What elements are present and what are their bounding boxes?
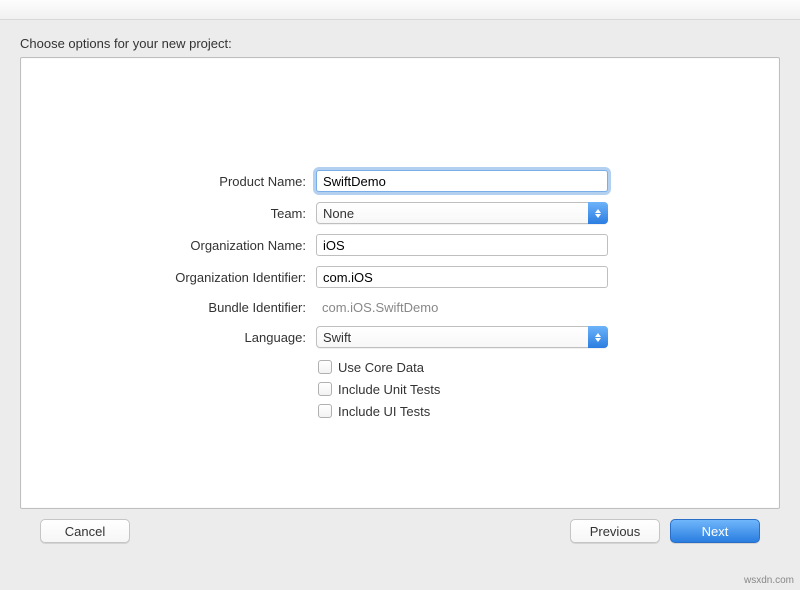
next-button[interactable]: Next [670,519,760,543]
checkbox-ui-tests-label: Include UI Tests [338,404,430,419]
org-id-input[interactable] [316,266,608,288]
label-bundle-id: Bundle Identifier: [61,300,316,315]
checkbox-ui-tests[interactable] [318,404,332,418]
previous-button[interactable]: Previous [570,519,660,543]
checkbox-group: Use Core Data Include Unit Tests Include… [316,356,779,422]
language-select[interactable]: Swift [316,326,608,348]
row-product-name: Product Name: [61,168,779,194]
window-titlebar [0,0,800,20]
chevron-up-down-icon [588,202,608,224]
product-name-input[interactable] [316,170,608,192]
bundle-id-value: com.iOS.SwiftDemo [316,300,438,315]
org-name-input[interactable] [316,234,608,256]
row-team: Team: None [61,200,779,226]
checkbox-core-data-label: Use Core Data [338,360,424,375]
page-title: Choose options for your new project: [20,36,780,51]
chevron-up-down-icon [588,326,608,348]
row-language: Language: Swift [61,324,779,350]
row-org-name: Organization Name: [61,232,779,258]
watermark: wsxdn.com [744,575,794,586]
label-org-name: Organization Name: [61,238,316,253]
checkbox-unit-tests-label: Include Unit Tests [338,382,440,397]
row-org-id: Organization Identifier: [61,264,779,290]
label-org-id: Organization Identifier: [61,270,316,285]
cancel-button[interactable]: Cancel [40,519,130,543]
check-unit-tests-row: Include Unit Tests [316,378,779,400]
spacer [130,519,570,543]
language-select-value: Swift [323,330,351,345]
row-bundle-id: Bundle Identifier: com.iOS.SwiftDemo [61,296,779,318]
checkbox-unit-tests[interactable] [318,382,332,396]
footer-buttons: Cancel Previous Next [20,509,780,543]
checkbox-core-data[interactable] [318,360,332,374]
check-core-data-row: Use Core Data [316,356,779,378]
toolbar-spacer [0,20,800,28]
team-select[interactable]: None [316,202,608,224]
team-select-value: None [323,206,354,221]
label-team: Team: [61,206,316,221]
check-ui-tests-row: Include UI Tests [316,400,779,422]
label-product-name: Product Name: [61,174,316,189]
content-area: Choose options for your new project: Pro… [0,28,800,547]
options-panel: Product Name: Team: None Organization Na… [20,57,780,509]
label-language: Language: [61,330,316,345]
